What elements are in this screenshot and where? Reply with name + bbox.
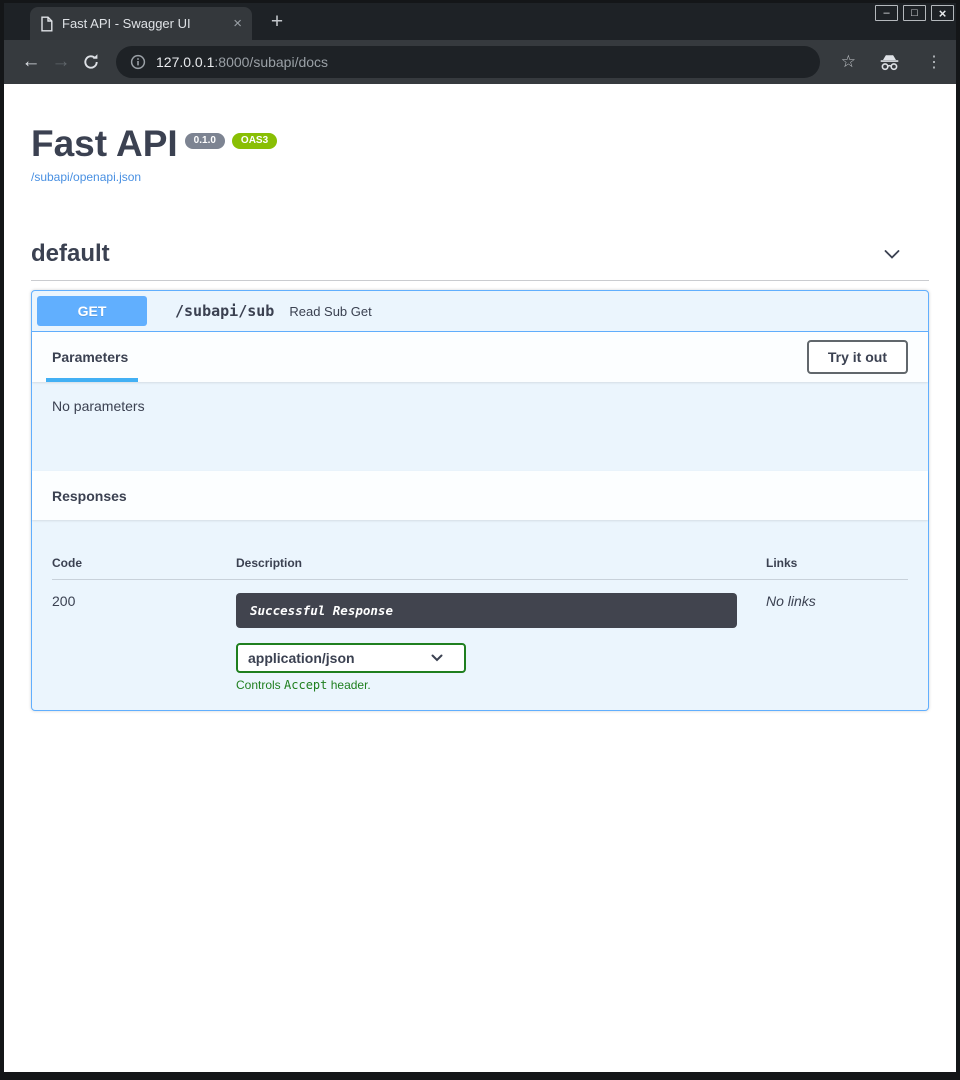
incognito-icon [879, 54, 900, 71]
response-description-box: Successful Response [236, 593, 737, 628]
openapi-spec-link[interactable]: /subapi/openapi.json [31, 170, 141, 184]
media-type-control: application/json Controls [236, 643, 766, 692]
col-header-links: Links [766, 556, 908, 570]
page-title: Fast API [31, 124, 178, 164]
parameters-tab-label: Parameters [52, 349, 128, 365]
url-text: 127.0.0.1:8000/subapi/docs [156, 54, 328, 70]
operation-path: /subapi/sub [175, 302, 274, 320]
media-type-select[interactable]: application/json [236, 643, 466, 673]
tab-title: Fast API - Swagger UI [62, 16, 224, 31]
back-icon[interactable]: ← [16, 51, 46, 73]
active-tab-underline [46, 378, 138, 382]
parameters-body: No parameters [32, 382, 928, 471]
operation-summary[interactable]: GET /subapi/sub Read Sub Get [32, 291, 928, 332]
address-bar[interactable]: 127.0.0.1:8000/subapi/docs [116, 46, 820, 78]
response-row: 200 Successful Response application/json [52, 580, 908, 692]
responses-table-head: Code Description Links [52, 536, 908, 580]
browser-window: Fast API - Swagger UI × + – □ × ← → 127.… [4, 0, 956, 1072]
accept-code: Accept [284, 678, 327, 692]
try-it-out-button[interactable]: Try it out [807, 340, 908, 374]
accept-header-note: Controls Accept header. [236, 678, 766, 692]
http-method-badge: GET [37, 296, 147, 326]
tag-section: default GET /subapi/sub Read Sub Get Par… [31, 240, 929, 711]
tab-parameters[interactable]: Parameters [52, 349, 128, 365]
forward-icon: → [46, 51, 76, 73]
browser-toolbar: ← → 127.0.0.1:8000/subapi/docs ☆ [4, 40, 956, 84]
oas3-badge: OAS3 [232, 133, 277, 149]
response-code: 200 [52, 593, 236, 692]
page-icon [40, 16, 53, 32]
parameters-header: Parameters Try it out [32, 332, 928, 382]
chevron-down-icon[interactable] [881, 243, 903, 265]
toolbar-right: ☆ ⋮ [830, 52, 944, 72]
responses-title: Responses [52, 488, 127, 504]
col-header-code: Code [52, 556, 236, 570]
responses-table: Code Description Links 200 Successful Re… [32, 520, 928, 710]
info-icon [130, 54, 146, 70]
maximize-button[interactable]: □ [903, 5, 926, 21]
version-badge: 0.1.0 [185, 133, 225, 149]
bookmark-star-icon[interactable]: ☆ [841, 52, 856, 72]
api-info: Fast API 0.1.0 OAS3 /subapi/openapi.json [31, 84, 929, 186]
operation-description: Read Sub Get [289, 304, 371, 319]
close-button[interactable]: × [931, 5, 954, 21]
no-parameters-text: No parameters [52, 398, 145, 414]
response-links: No links [766, 593, 816, 609]
minimize-button[interactable]: – [875, 5, 898, 21]
opblock-get: GET /subapi/sub Read Sub Get Parameters … [31, 290, 929, 711]
reload-icon[interactable] [76, 53, 106, 71]
tag-section-header[interactable]: default [31, 240, 929, 281]
response-description: Successful Response [250, 603, 393, 618]
tab-close-icon[interactable]: × [233, 16, 242, 31]
browser-tab[interactable]: Fast API - Swagger UI × [30, 7, 252, 40]
responses-header: Responses [32, 471, 928, 520]
new-tab-button[interactable]: + [264, 11, 290, 33]
menu-kebab-icon[interactable]: ⋮ [926, 52, 942, 72]
page-content: Fast API 0.1.0 OAS3 /subapi/openapi.json… [4, 84, 956, 1072]
tag-name: default [31, 240, 110, 268]
col-header-description: Description [236, 556, 766, 570]
tab-strip: Fast API - Swagger UI × + – □ × [4, 0, 956, 40]
window-controls: – □ × [875, 5, 954, 21]
